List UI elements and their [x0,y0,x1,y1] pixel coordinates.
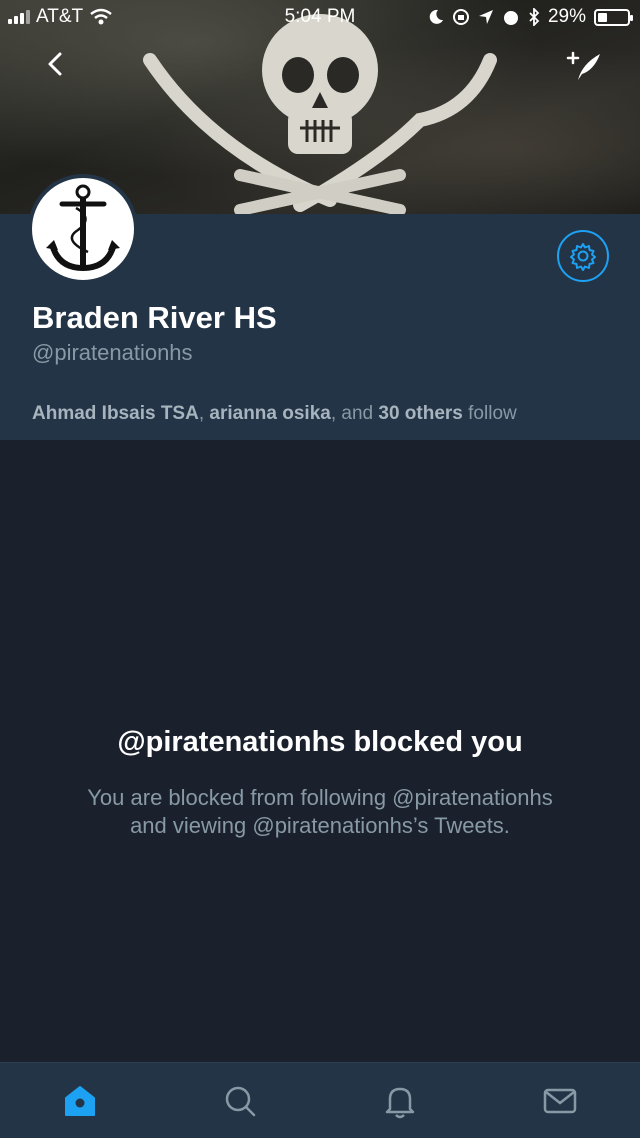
tab-search[interactable] [218,1079,262,1123]
avatar[interactable] [28,174,138,284]
anchor-logo [46,184,120,272]
back-button[interactable] [38,46,74,82]
alarm-icon [503,11,518,25]
tab-notifications[interactable] [378,1079,422,1123]
battery-icon [594,8,633,26]
gear-icon [570,243,596,271]
rotation-lock-icon [452,9,469,25]
bottom-tab-bar [0,1062,640,1138]
follow-suffix: follow [462,403,517,424]
moon-icon [429,9,443,24]
display-name: Braden River HS [32,300,277,335]
follower-separator: , and [330,403,379,424]
profile-screen: AT&T 5:04 PM 29% Braden River HS @pirate… [0,0,640,1138]
tab-home[interactable] [58,1079,102,1123]
follower-separator: , [198,403,210,424]
bluetooth-icon [529,8,540,26]
profile-settings-button[interactable] [557,230,609,282]
battery-percent: 29% [547,6,586,27]
compose-tweet-button[interactable] [564,46,604,86]
follower-name: arianna osika [209,403,331,424]
chevron-left-icon [48,52,62,76]
blocked-description-line: and viewing @piratenationhs’s Tweets. [130,813,510,838]
blocked-title: @piratenationhs blocked you [117,726,523,758]
compose-feather-icon [566,51,600,80]
mail-icon [543,1088,577,1114]
search-icon [225,1086,256,1117]
followers-others-count: 30 others [378,403,463,424]
tab-messages[interactable] [538,1079,582,1123]
bell-icon [385,1087,415,1119]
location-icon [478,10,493,24]
blocked-description-line: You are blocked from following @piratena… [87,785,553,810]
blocked-description: You are blocked from following @piratena… [40,784,600,840]
followers-you-know[interactable]: Ahmad Ibsais TSA, arianna osika, and 30 … [32,403,517,425]
follower-name: Ahmad Ibsais TSA [32,403,199,424]
status-bar: AT&T 5:04 PM 29% [0,0,640,34]
profile-handle: @piratenationhs [32,340,193,365]
home-icon [65,1086,95,1116]
